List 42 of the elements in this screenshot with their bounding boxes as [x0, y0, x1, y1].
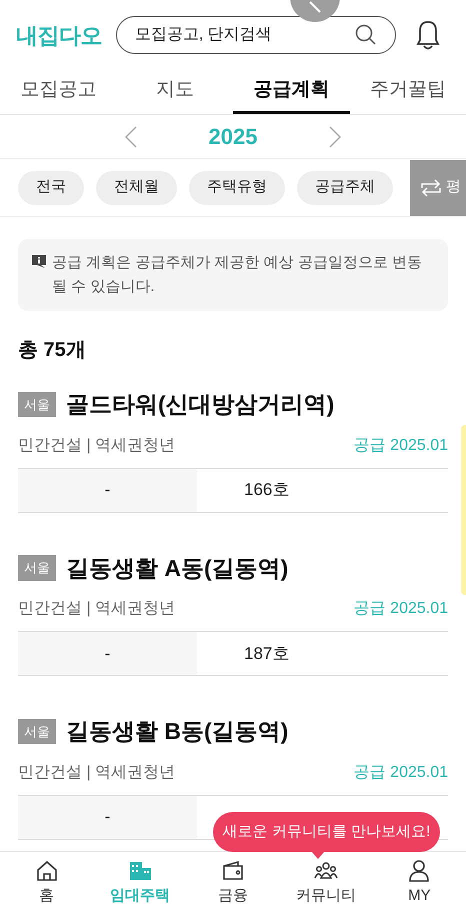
filter-chip[interactable]: 주택유형: [189, 170, 285, 204]
search-icon[interactable]: [354, 23, 378, 47]
tooltip-bubble[interactable]: 새로운 커뮤니티를 만나보세요!: [213, 812, 440, 852]
table-cell-text: 187호: [244, 642, 290, 665]
nav-tab[interactable]: 홈: [0, 852, 94, 914]
tooltip-pointer: [311, 851, 325, 859]
region-badge: 서울: [18, 392, 56, 417]
previous-icon[interactable]: [124, 126, 137, 148]
item-category: 민간건설 | 역세권청년: [18, 599, 176, 619]
table-cell-text: 166호: [244, 479, 290, 502]
filter-chip[interactable]: 전체월: [96, 170, 177, 204]
nav-tab[interactable]: 금융: [186, 852, 280, 914]
table-cell-text: -: [104, 642, 110, 665]
bell-icon[interactable]: [414, 18, 442, 52]
info-icon: [32, 255, 46, 268]
filter-chip[interactable]: 공급주체: [297, 170, 393, 204]
tab[interactable]: 주거꿀팁: [350, 70, 466, 114]
item-title[interactable]: 길동생활 A동(길동역): [66, 550, 288, 585]
swap-icon: [420, 178, 442, 196]
item-category: 민간건설 | 역세권청년: [18, 436, 176, 456]
item-title[interactable]: 골드타워(신대방삼거리역): [66, 387, 334, 422]
supply-date: 공급 2025.01: [354, 599, 448, 619]
year-label: 2025: [208, 123, 258, 151]
tab[interactable]: 공급계획: [233, 70, 350, 114]
search-field[interactable]: 모집공고, 단지검색: [116, 16, 396, 54]
supply-date: 공급 2025.01: [354, 762, 448, 782]
table-cell-text: -: [104, 479, 110, 502]
nav-tab[interactable]: 커뮤니티: [280, 852, 373, 914]
next-icon[interactable]: [329, 126, 342, 148]
filter-chip[interactable]: 전국: [18, 170, 84, 204]
nav-tab[interactable]: MY: [372, 852, 466, 914]
item-category: 민간건설 | 역세권청년: [18, 762, 176, 782]
scrollbar[interactable]: [461, 425, 466, 595]
supply-date: 공급 2025.01: [354, 436, 448, 456]
notice-text: 공급 계획은 공급주체가 제공한 예상 공급일정으로 변동될 수 있습니다.: [52, 253, 424, 297]
tab[interactable]: 지도: [116, 70, 233, 114]
region-badge: 서울: [18, 718, 56, 744]
tab[interactable]: 모집공고: [0, 70, 116, 114]
region-badge: 서울: [18, 555, 56, 580]
table-cell-text: -: [104, 806, 110, 828]
total-count: 총 75개: [18, 338, 86, 363]
item-title[interactable]: 길동생활 B동(길동역): [66, 714, 288, 748]
